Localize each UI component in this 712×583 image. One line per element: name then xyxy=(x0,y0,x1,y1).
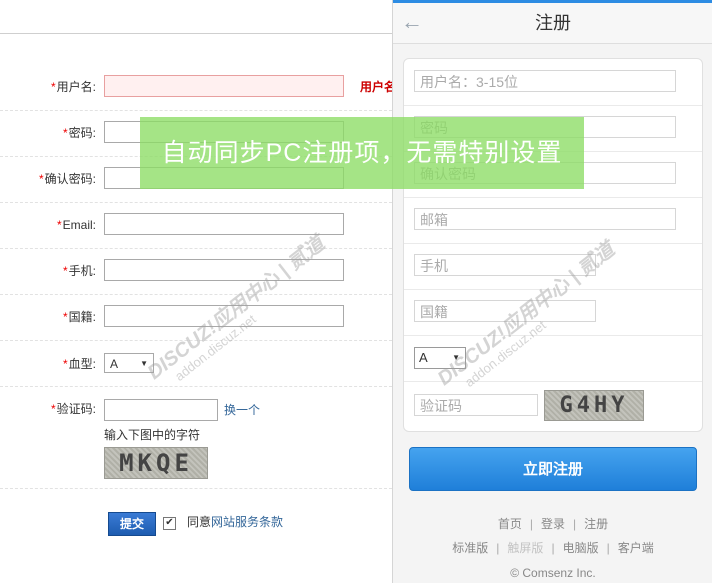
check-icon: ✔ xyxy=(165,517,174,528)
separator: | xyxy=(573,517,577,531)
mobile-header: ← 注册 xyxy=(393,0,712,44)
footer-standard-link[interactable]: 标准版 xyxy=(452,541,488,555)
form-row-phone: *手机: xyxy=(0,248,392,295)
required-mark: * xyxy=(50,80,56,94)
username-input[interactable] xyxy=(104,75,344,97)
captcha-label: *验证码: xyxy=(50,402,96,416)
captcha-image[interactable]: MKQE xyxy=(104,447,208,479)
blood-type-value: A xyxy=(110,357,119,371)
promo-banner: 自动同步PC注册项，无需特别设置 xyxy=(140,117,584,189)
mobile-username-input[interactable]: 用户名：3-15位 xyxy=(414,70,676,92)
mobile-page-title: 注册 xyxy=(535,13,571,33)
separator: | xyxy=(496,541,500,555)
agree-checkbox[interactable]: ✔ xyxy=(163,517,176,530)
required-mark: * xyxy=(38,172,44,186)
footer-touch-link[interactable]: 触屏版 xyxy=(507,541,543,555)
confirm-password-label: *确认密码: xyxy=(38,172,96,186)
separator: | xyxy=(606,541,610,555)
required-mark: * xyxy=(56,218,62,232)
form-top-divider xyxy=(0,33,392,34)
required-mark: * xyxy=(62,310,68,324)
footer-login-link[interactable]: 登录 xyxy=(541,517,565,531)
captcha-input[interactable] xyxy=(104,399,218,421)
required-mark: * xyxy=(50,402,56,416)
terms-link[interactable]: 网站服务条款 xyxy=(211,515,283,529)
captcha-refresh-link[interactable]: 换一个 xyxy=(224,400,260,420)
required-mark: * xyxy=(62,126,68,140)
mobile-footer-links: 首页 | 登录 | 注册 xyxy=(393,516,712,532)
submit-button[interactable]: 提交 xyxy=(108,512,156,536)
mobile-captcha-image[interactable]: G4HY xyxy=(544,390,644,421)
form-row-captcha: *验证码: 换一个 输入下图中的字符 MKQE xyxy=(0,386,392,489)
password-label: *密码: xyxy=(62,126,96,140)
separator: | xyxy=(529,517,533,531)
footer-home-link[interactable]: 首页 xyxy=(498,517,522,531)
nationality-label: *国籍: xyxy=(62,310,96,324)
desktop-register-form: *用户名: 用户名 *密码: *确认密码: *Email: *手机: *国籍: … xyxy=(0,0,392,583)
form-row-username: *用户名: 用户名 xyxy=(0,64,392,111)
form-row-email: *Email: xyxy=(0,202,392,249)
agree-prefix: 同意 xyxy=(187,515,212,529)
username-error-hint: 用户名 xyxy=(360,80,392,94)
mobile-row-email: 邮箱 xyxy=(404,197,702,244)
footer-client-link[interactable]: 客户端 xyxy=(618,541,654,555)
agree-terms: 同意网站服务条款 xyxy=(187,515,283,529)
register-now-button[interactable]: 立即注册 xyxy=(409,447,697,491)
phone-label: *手机: xyxy=(62,264,96,278)
username-label: *用户名: xyxy=(50,80,96,94)
required-mark: * xyxy=(62,357,68,371)
footer-register-link[interactable]: 注册 xyxy=(584,517,608,531)
mobile-row-username: 用户名：3-15位 xyxy=(404,59,702,106)
required-mark: * xyxy=(62,264,68,278)
mobile-blood-type-value: A xyxy=(419,350,428,365)
mobile-copyright: © Comsenz Inc. xyxy=(510,566,596,580)
email-label: *Email: xyxy=(56,218,96,232)
mobile-captcha-input[interactable]: 验证码 xyxy=(414,394,538,416)
separator: | xyxy=(551,541,555,555)
mobile-email-input[interactable]: 邮箱 xyxy=(414,208,676,230)
blood-type-label: *血型: xyxy=(62,357,96,371)
mobile-footer-versions: 标准版 | 触屏版 | 电脑版 | 客户端 xyxy=(393,540,712,556)
captcha-hint: 输入下图中的字符 xyxy=(104,428,201,442)
footer-pc-link[interactable]: 电脑版 xyxy=(563,541,599,555)
